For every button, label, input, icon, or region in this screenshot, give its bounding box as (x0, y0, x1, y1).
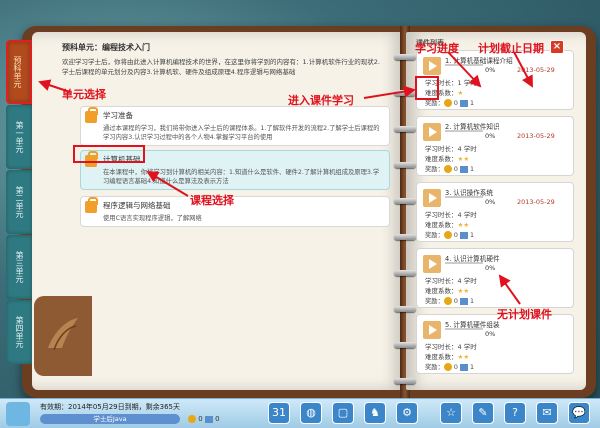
favorite-button[interactable]: ☆ (440, 402, 462, 424)
bottom-coin-count: 0 (198, 415, 203, 423)
calendar-button[interactable]: 31 (268, 402, 290, 424)
bottom-book-count: 0 (215, 415, 220, 423)
courses-button[interactable]: ◍ (300, 402, 322, 424)
edit-button[interactable]: ✎ (472, 402, 494, 424)
chat-button[interactable]: 💬 (568, 402, 590, 424)
notes-button[interactable]: ▢ (332, 402, 354, 424)
bottom-bar: 有效期：2014年05月29日到期，剩余365天 学士后Java 0 0 31 … (0, 398, 600, 428)
course-name: 学士后Java (40, 414, 180, 424)
piggy-button[interactable]: ♞ (364, 402, 386, 424)
help-button[interactable]: ? (504, 402, 526, 424)
book-icon (204, 415, 213, 423)
bottom-coins: 0 0 (188, 415, 220, 423)
avatar[interactable] (6, 402, 30, 426)
mail-button[interactable]: ✉ (536, 402, 558, 424)
settings-button[interactable]: ⚙ (396, 402, 418, 424)
annotation-arrows (38, 51, 533, 305)
coin-icon (188, 415, 196, 423)
validity-text: 有效期：2014年05月29日到期，剩余365天 (40, 403, 180, 411)
